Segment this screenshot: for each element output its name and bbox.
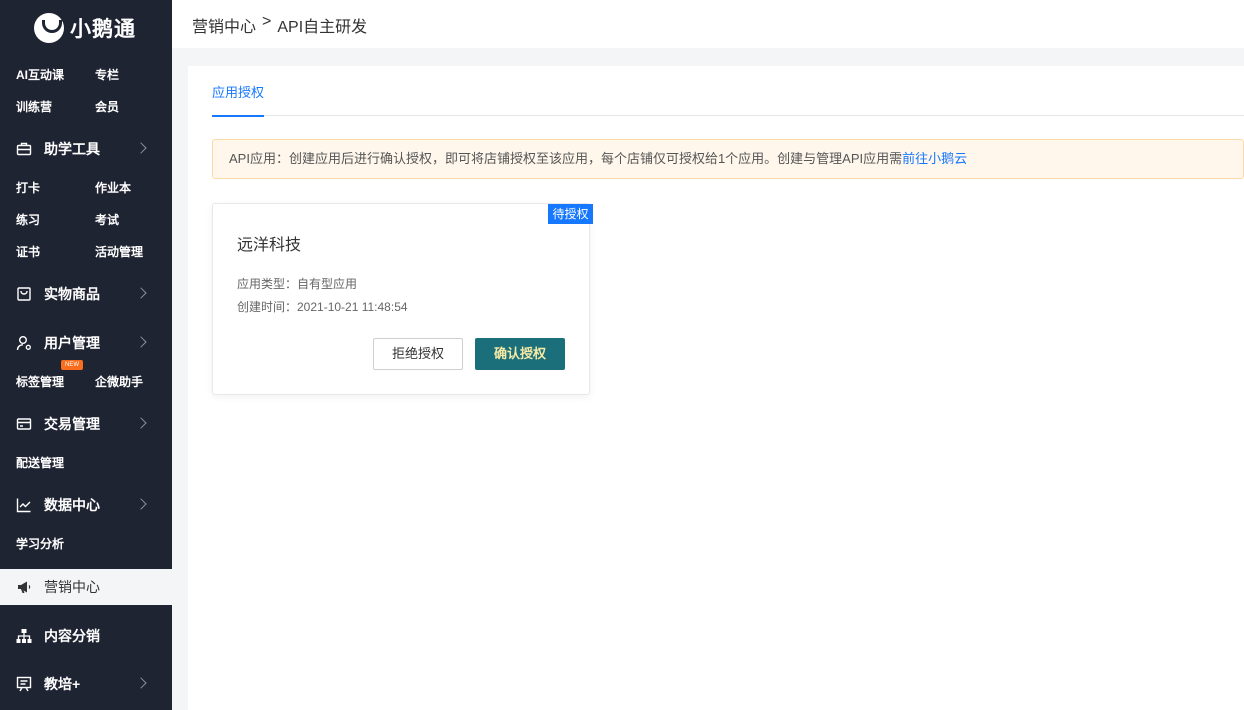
breadcrumb-marketing-center[interactable]: 营销中心 bbox=[192, 13, 256, 37]
sidebar-item-tags[interactable]: 标签管理 bbox=[16, 373, 64, 390]
sidebar-item-activity[interactable]: 活动管理 bbox=[95, 243, 143, 260]
chevron-right-icon bbox=[135, 677, 147, 689]
sidebar-item-delivery[interactable]: 配送管理 bbox=[16, 454, 64, 471]
sidebar-group-label: 交易管理 bbox=[44, 416, 100, 432]
shopping-bag-icon bbox=[17, 287, 31, 301]
breadcrumb-separator: > bbox=[262, 13, 272, 30]
chevron-right-icon bbox=[135, 336, 147, 348]
sidebar-group-label: 教培+ bbox=[44, 676, 81, 692]
sidebar-item-homework[interactable]: 作业本 bbox=[95, 179, 131, 196]
presentation-icon bbox=[16, 676, 32, 692]
xiaoeyun-link[interactable]: 前往小鹅云 bbox=[902, 151, 967, 166]
brand-name: 小鹅通 bbox=[70, 18, 136, 41]
sidebar-item-learning-analysis[interactable]: 学习分析 bbox=[16, 535, 64, 552]
sidebar-item-exam[interactable]: 考试 bbox=[95, 211, 119, 228]
sidebar-group-label: 内容分销 bbox=[44, 628, 100, 644]
breadcrumb: 营销中心 > API自主研发 bbox=[192, 13, 367, 37]
sidebar-group-label: 数据中心 bbox=[44, 497, 100, 513]
sidebar-item-ai-course[interactable]: AI互动课 bbox=[16, 66, 64, 83]
sidebar-item-certificate[interactable]: 证书 bbox=[16, 243, 40, 260]
megaphone-icon bbox=[18, 581, 31, 593]
sidebar-group-transactions[interactable]: 交易管理 bbox=[0, 406, 172, 442]
card-icon bbox=[16, 418, 32, 430]
sidebar-group-study-tools[interactable]: 助学工具 bbox=[0, 131, 172, 167]
hierarchy-icon bbox=[16, 629, 32, 643]
logo-icon bbox=[34, 13, 64, 43]
sidebar-group-physical-goods[interactable]: 实物商品 bbox=[0, 276, 172, 312]
main-panel: 应用授权 API应用：创建应用后进行确认授权，即可将店铺授权至该应用，每个店铺仅… bbox=[188, 66, 1244, 710]
sidebar-group-marketing-center[interactable]: 营销中心 bbox=[0, 569, 172, 605]
sidebar-group-data-center[interactable]: 数据中心 bbox=[0, 487, 172, 523]
chevron-right-icon bbox=[135, 142, 147, 154]
confirm-authorization-button[interactable]: 确认授权 bbox=[475, 338, 565, 370]
tab-app-authorization[interactable]: 应用授权 bbox=[212, 82, 265, 117]
app-card: 待授权 远洋科技 应用类型：自有型应用 创建时间：2021-10-21 11:4… bbox=[212, 203, 593, 395]
sidebar-item-checkin[interactable]: 打卡 bbox=[16, 179, 40, 196]
sidebar-item-member[interactable]: 会员 bbox=[95, 98, 119, 115]
reject-authorization-button[interactable]: 拒绝授权 bbox=[373, 338, 463, 370]
breadcrumb-api-development: API自主研发 bbox=[277, 19, 368, 36]
sidebar-item-practice[interactable]: 练习 bbox=[16, 211, 40, 228]
chevron-right-icon bbox=[135, 417, 147, 429]
sidebar-group-user-management[interactable]: 用户管理 bbox=[0, 325, 172, 361]
brand-logo[interactable]: 小鹅通 bbox=[34, 13, 136, 43]
app-type: 应用类型：自有型应用 bbox=[237, 277, 358, 291]
status-badge: 待授权 bbox=[548, 204, 593, 224]
chevron-right-icon bbox=[135, 287, 147, 299]
sidebar-group-label: 用户管理 bbox=[44, 335, 100, 351]
sidebar-group-content-distribution[interactable]: 内容分销 bbox=[0, 618, 172, 654]
new-badge: NEW bbox=[61, 360, 83, 370]
tab-bar: 应用授权 bbox=[212, 66, 1244, 117]
toolbox-icon bbox=[16, 142, 32, 156]
sidebar-group-label: 助学工具 bbox=[44, 141, 100, 157]
sidebar-group-label: 营销中心 bbox=[44, 579, 100, 595]
user-settings-icon bbox=[16, 336, 31, 351]
sidebar: 小鹅通 AI互动课 专栏 训练营 会员 助学工具 打卡 作业本 练习 考试 证书… bbox=[0, 0, 172, 710]
app-name: 远洋科技 bbox=[237, 237, 302, 254]
sidebar-item-wecom-assistant[interactable]: 企微助手 bbox=[95, 373, 143, 390]
api-notice-banner: API应用：创建应用后进行确认授权，即可将店铺授权至该应用，每个店铺仅可授权给1… bbox=[212, 139, 1244, 179]
notice-text: API应用：创建应用后进行确认授权，即可将店铺授权至该应用，每个店铺仅可授权给1… bbox=[229, 151, 903, 166]
chevron-right-icon bbox=[135, 498, 147, 510]
top-header: 营销中心 > API自主研发 bbox=[172, 0, 1244, 48]
chart-line-icon bbox=[16, 498, 31, 513]
sidebar-item-camp[interactable]: 训练营 bbox=[16, 98, 52, 115]
sidebar-group-education-plus[interactable]: 教培+ bbox=[0, 666, 172, 702]
sidebar-item-column[interactable]: 专栏 bbox=[95, 66, 119, 83]
sidebar-group-label: 实物商品 bbox=[44, 286, 100, 302]
app-created-time: 创建时间：2021-10-21 11:48:54 bbox=[237, 300, 408, 314]
